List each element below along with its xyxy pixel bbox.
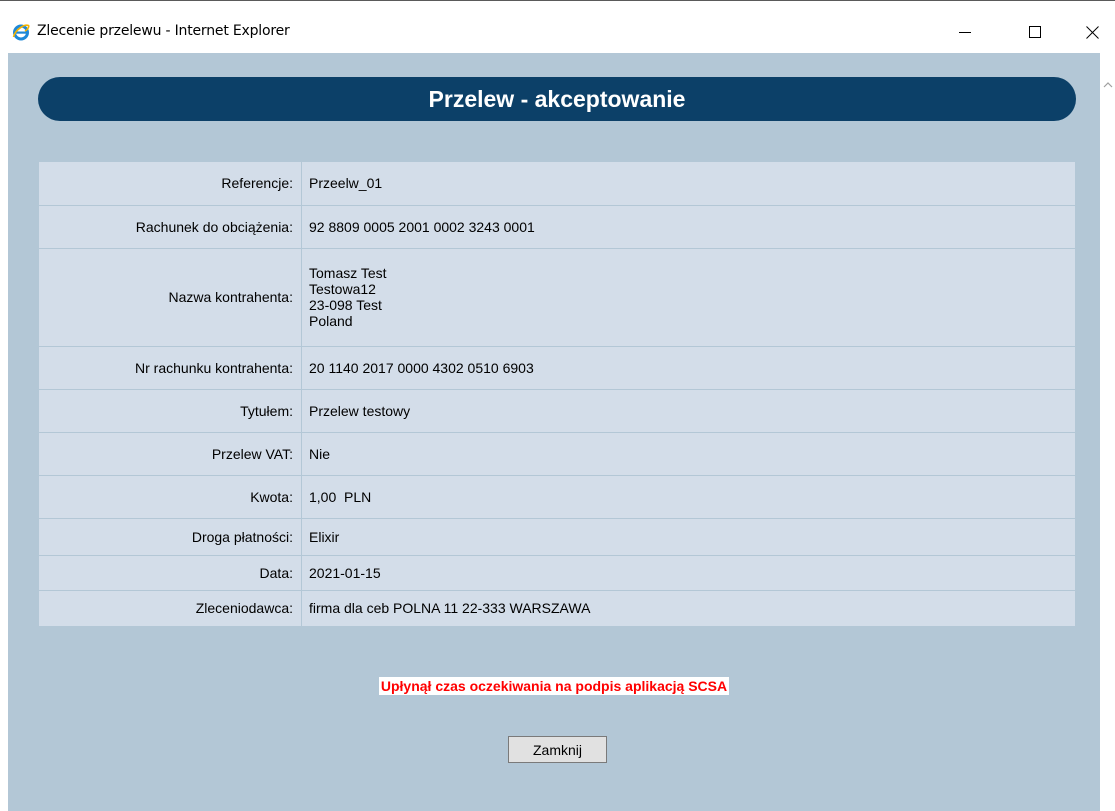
details-row-date: Data: 2021-01-15 — [39, 555, 1075, 591]
signature-timeout-message: Upłynął czas oczekiwania na podpis aplik… — [8, 677, 1100, 696]
close-window-button[interactable] — [1069, 15, 1115, 49]
details-row-title: Tytułem: Przelew testowy — [39, 389, 1075, 433]
contractor-account-label: Nr rachunku kontrahenta: — [39, 346, 302, 390]
page-content: Przelew - akceptowanie Referencje: Przee… — [8, 53, 1100, 811]
page-title: Przelew - akceptowanie — [428, 85, 686, 112]
details-row-vat: Przelew VAT: Nie — [39, 432, 1075, 476]
transfer-details-table: Referencje: Przeelw_01 Rachunek do obcią… — [39, 162, 1075, 626]
close-button[interactable]: Zamknij — [508, 736, 607, 763]
details-row-contractor-name: Nazwa kontrahenta: Tomasz Test Testowa12… — [39, 248, 1075, 347]
date-label: Data: — [39, 555, 302, 591]
minimize-icon — [959, 32, 971, 33]
transfer-title-value: Przelew testowy — [301, 389, 1075, 433]
contractor-name-label: Nazwa kontrahenta: — [39, 248, 302, 347]
details-row-payment-route: Droga płatności: Elixir — [39, 518, 1075, 556]
amount-label: Kwota: — [39, 475, 302, 519]
details-row-orderer: Zleceniodawca: firma dla ceb POLNA 11 22… — [39, 590, 1075, 626]
reference-label: Referencje: — [39, 162, 302, 206]
contractor-street-line: Testowa12 — [309, 281, 376, 297]
title-bar[interactable]: Zlecenie przelewu - Internet Explorer — [0, 1, 1115, 53]
contractor-name-line: Tomasz Test — [309, 265, 387, 281]
contractor-city-line: 23-098 Test — [309, 297, 382, 313]
vertical-scrollbar[interactable] — [1100, 53, 1115, 811]
error-text: Upłynął czas oczekiwania na podpis aplik… — [378, 677, 730, 695]
browser-popup-window: Zlecenie przelewu - Internet Explorer Pr… — [0, 0, 1115, 811]
details-row-debit-account: Rachunek do obciążenia: 92 8809 0005 200… — [39, 205, 1075, 249]
contractor-account-value: 20 1140 2017 0000 4302 0510 6903 — [301, 346, 1075, 390]
debit-account-label: Rachunek do obciążenia: — [39, 205, 302, 249]
date-value: 2021-01-15 — [301, 555, 1075, 591]
maximize-icon — [1029, 26, 1041, 38]
maximize-button[interactable] — [1012, 15, 1058, 49]
payment-route-label: Droga płatności: — [39, 518, 302, 556]
reference-value: Przeelw_01 — [301, 162, 1075, 206]
details-row-reference: Referencje: Przeelw_01 — [39, 162, 1075, 206]
details-row-contractor-account: Nr rachunku kontrahenta: 20 1140 2017 00… — [39, 346, 1075, 390]
details-row-amount: Kwota: 1,00 PLN — [39, 475, 1075, 519]
contractor-name-value: Tomasz Test Testowa12 23-098 Test Poland — [301, 248, 1075, 347]
debit-account-value: 92 8809 0005 2001 0002 3243 0001 — [301, 205, 1075, 249]
contractor-country-line: Poland — [309, 313, 353, 329]
payment-route-value: Elixir — [301, 518, 1075, 556]
amount-value: 1,00 PLN — [301, 475, 1075, 519]
orderer-value: firma dla ceb POLNA 11 22-333 WARSZAWA — [309, 600, 591, 617]
transfer-title-label: Tytułem: — [39, 389, 302, 433]
vat-transfer-value: Nie — [301, 432, 1075, 476]
page-header-banner: Przelew - akceptowanie — [38, 77, 1076, 121]
scroll-up-icon[interactable] — [1102, 79, 1114, 91]
close-icon — [1085, 25, 1099, 39]
internet-explorer-icon — [12, 24, 30, 41]
orderer-label: Zleceniodawca: — [39, 590, 302, 626]
vat-transfer-label: Przelew VAT: — [39, 432, 302, 476]
window-title: Zlecenie przelewu - Internet Explorer — [37, 23, 290, 39]
minimize-button[interactable] — [942, 15, 988, 49]
